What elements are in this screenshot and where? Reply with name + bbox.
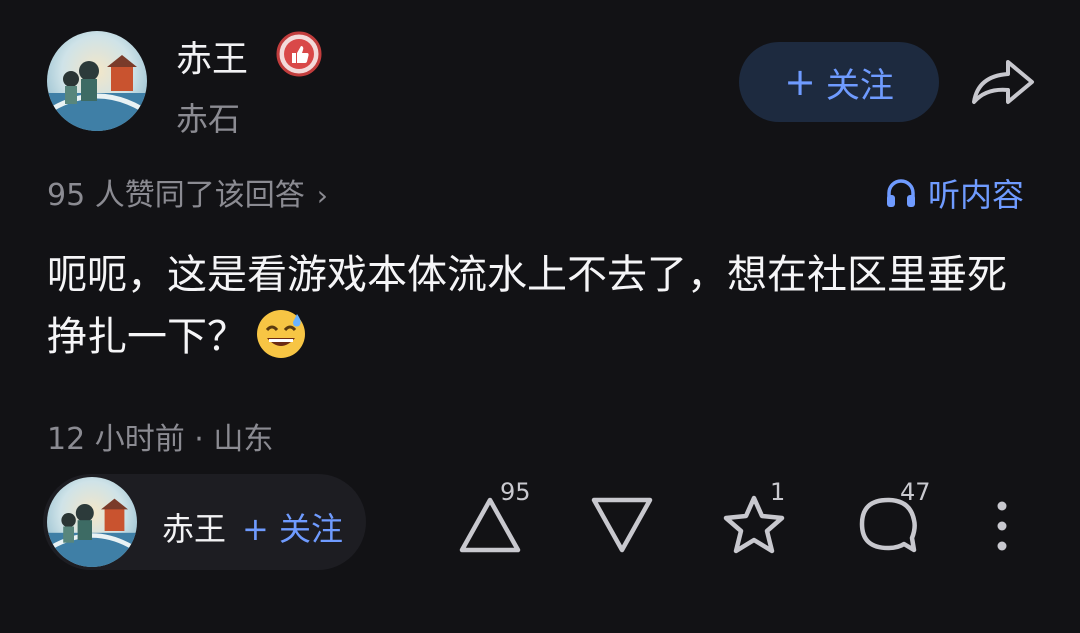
comment-count: 47 bbox=[900, 478, 931, 506]
author-avatar[interactable] bbox=[47, 31, 147, 131]
upvote-count: 95 bbox=[500, 478, 531, 506]
author-subtitle: 赤石 bbox=[176, 100, 241, 138]
bottom-author-name[interactable]: 赤王 bbox=[162, 504, 226, 550]
listen-button[interactable]: 听内容 bbox=[884, 170, 1024, 216]
listen-label: 听内容 bbox=[928, 176, 1025, 214]
downvote-icon[interactable] bbox=[590, 496, 654, 554]
post-meta: 12 小时前 · 山东 bbox=[47, 422, 274, 457]
follow-label: 关注 bbox=[825, 65, 894, 106]
share-icon[interactable] bbox=[968, 56, 1036, 108]
star-count: 1 bbox=[770, 478, 786, 506]
author-avatar-small[interactable] bbox=[47, 477, 137, 567]
chevron-right-icon: › bbox=[316, 179, 328, 212]
follow-button[interactable]: + 关注 bbox=[739, 42, 939, 122]
agree-count-link[interactable]: 95 人赞同了该回答 › bbox=[47, 170, 328, 214]
bottom-follow-button[interactable]: + 关注 bbox=[242, 504, 343, 550]
answer-text: 呃呃，这是看游戏本体流水上不去了，想在社区里垂死挣扎一下？ bbox=[47, 252, 1007, 360]
grinning-sweat-emoji-icon bbox=[255, 308, 307, 360]
answer-content[interactable]: 呃呃，这是看游戏本体流水上不去了，想在社区里垂死挣扎一下？ bbox=[47, 244, 1027, 368]
agree-text: 95 人赞同了该回答 bbox=[47, 178, 305, 213]
headphones-icon bbox=[887, 179, 915, 207]
author-name[interactable]: 赤王 bbox=[176, 30, 248, 82]
thumbs-up-badge-icon bbox=[276, 31, 322, 77]
plus-icon: + bbox=[784, 60, 816, 104]
more-options-icon[interactable] bbox=[990, 498, 1014, 554]
